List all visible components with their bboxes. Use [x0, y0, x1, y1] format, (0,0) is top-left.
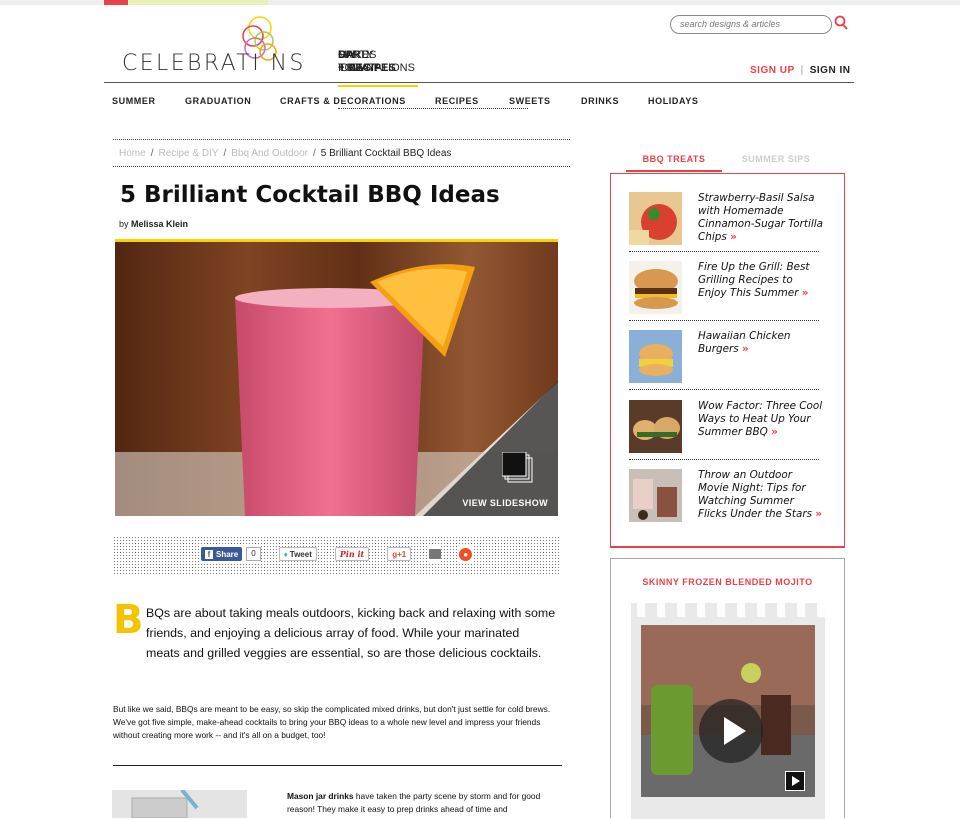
subnav-drinks[interactable]: DRINKS — [581, 96, 648, 106]
slideshow-overlay — [423, 381, 558, 516]
header-divider — [104, 82, 854, 83]
play-icon — [724, 717, 746, 745]
subnav-recipes[interactable]: RECIPES — [435, 96, 509, 106]
nav-label-line2: TODAY! — [338, 62, 378, 74]
slideshow-stack-icon — [502, 452, 533, 483]
accent-segment-red — [104, 0, 128, 5]
more-arrow-icon: » — [730, 231, 737, 243]
more-arrow-icon: » — [815, 508, 823, 520]
subnav-crafts-decorations[interactable]: CRAFTS & DECORATIONS — [280, 96, 435, 106]
film-holes-top — [631, 603, 825, 617]
list-item[interactable]: Strawberry-Basil Salsa with Homemade Cin… — [629, 192, 823, 252]
subnav-holidays[interactable]: HOLIDAYS — [648, 96, 698, 106]
breadcrumb-home[interactable]: Home — [119, 148, 146, 159]
breadcrumb-separator: / — [223, 148, 227, 159]
mail-icon — [429, 549, 442, 559]
item-title-text: Wow Factor: Three Cool Ways to Heat Up Y… — [698, 400, 823, 438]
facebook-share-count: 0 — [246, 547, 261, 561]
more-share-button[interactable]: ● — [459, 546, 473, 562]
facebook-share-label: Share — [216, 549, 239, 559]
auth-separator: | — [800, 65, 804, 76]
sign-in-link[interactable]: SIGN IN — [810, 65, 851, 76]
play-button[interactable] — [699, 699, 763, 763]
film-strip — [631, 603, 825, 819]
mini-play-icon — [792, 776, 800, 786]
byline-prefix: by — [119, 219, 129, 229]
item-title-text: Fire Up the Grill: Best Grilling Recipes… — [698, 261, 810, 299]
more-arrow-icon: » — [801, 287, 809, 299]
view-slideshow-button[interactable]: VIEW SLIDESHOW — [423, 381, 558, 516]
item-title-text: Throw an Outdoor Movie Night: Tips for W… — [698, 469, 813, 520]
movie-night-thumbnail — [629, 469, 682, 522]
list-item[interactable]: Wow Factor: Three Cool Ways to Heat Up Y… — [629, 400, 822, 460]
video-title[interactable]: SKINNY FROZEN BLENDED MOJITO — [611, 577, 844, 587]
subnav-sweets[interactable]: SWEETS — [509, 96, 581, 106]
share-bar: f Share 0 ♦ Tweet Pin it g+1 ● — [113, 536, 560, 574]
accent-segment-green — [128, 0, 268, 5]
article-title: 5 Brilliant Cocktail BBQ Ideas — [120, 182, 500, 208]
pinterest-button[interactable]: Pin it — [334, 547, 370, 561]
article-byline: by Melissa Klein — [119, 219, 188, 229]
sidebar-tabs: BBQ TREATS SUMMER SIPS — [626, 154, 824, 172]
google-plus-label: g+1 — [392, 549, 407, 559]
mason-jar-paragraph: Mason jar drinks have taken the party sc… — [287, 790, 562, 816]
list-item-title: Fire Up the Grill: Best Grilling Recipes… — [698, 261, 824, 300]
subnav-summer[interactable]: SUMMER — [112, 96, 185, 106]
facebook-share-button[interactable]: f Share 0 — [201, 546, 261, 562]
site-logo[interactable]: CELEBRATI NS — [122, 51, 306, 76]
list-item[interactable]: Throw an Outdoor Movie Night: Tips for W… — [629, 469, 822, 537]
drop-cap: B — [113, 597, 144, 643]
lead-paragraph: BQs are about taking meals outdoors, kic… — [146, 606, 556, 660]
section-divider — [113, 765, 562, 766]
video-widget: SKINNY FROZEN BLENDED MOJITO — [610, 558, 845, 819]
email-share-button[interactable] — [429, 546, 442, 562]
auth-links: SIGN UP | SIGN IN — [750, 65, 850, 76]
tab-summer-sips[interactable]: SUMMER SIPS — [728, 154, 824, 172]
breadcrumb-bbq-outdoor[interactable]: Bbq And Outdoor — [231, 148, 308, 159]
burger-thumbnail — [629, 261, 682, 314]
body-paragraph: But like we said, BBQs are meant to be e… — [113, 704, 551, 740]
facebook-icon: f — [205, 549, 213, 559]
tab-bbq-treats[interactable]: BBQ TREATS — [626, 154, 722, 172]
breadcrumb-current: 5 Brilliant Cocktail BBQ Ideas — [320, 148, 452, 159]
nav-label-line1: MAKE — [338, 49, 370, 61]
tweet-button[interactable]: ♦ Tweet — [278, 547, 317, 561]
list-item-title: Throw an Outdoor Movie Night: Tips for W… — [698, 469, 824, 521]
slideshow-label: VIEW SLIDESHOW — [462, 498, 548, 508]
breadcrumb-recipe-diy[interactable]: Recipe & DIY — [158, 148, 218, 159]
list-item-title: Strawberry-Basil Salsa with Homemade Cin… — [698, 192, 824, 244]
category-nav: SUMMER GRADUATION CRAFTS & DECORATIONS R… — [112, 96, 698, 106]
more-arrow-icon: » — [741, 343, 749, 355]
google-plus-button[interactable]: g+1 — [387, 547, 412, 561]
search-icon[interactable] — [834, 15, 848, 31]
twitter-bird-icon: ♦ — [283, 549, 288, 559]
chicken-burger-thumbnail — [629, 330, 682, 383]
sign-up-link[interactable]: SIGN UP — [750, 65, 795, 76]
search-input[interactable]: search designs & articles — [670, 15, 832, 34]
breadcrumb-separator: / — [313, 148, 316, 159]
author-name[interactable]: Melissa Klein — [131, 219, 188, 229]
hero-image[interactable]: VIEW SLIDESHOW — [115, 239, 558, 516]
mason-bold-text: Mason jar drinks — [287, 791, 354, 801]
tweet-label: Tweet — [289, 549, 312, 559]
breadcrumb-separator: / — [150, 148, 154, 159]
video-player[interactable] — [641, 625, 815, 797]
mason-jar-photo — [112, 790, 247, 818]
pinterest-label: Pin it — [339, 549, 365, 559]
list-item-title: Wow Factor: Three Cool Ways to Heat Up Y… — [698, 400, 824, 439]
more-arrow-icon: » — [771, 426, 778, 438]
list-item[interactable]: Fire Up the Grill: Best Grilling Recipes… — [629, 261, 819, 321]
subnav-graduation[interactable]: GRADUATION — [185, 96, 280, 106]
top-accent-strip — [0, 0, 960, 5]
salsa-thumbnail — [629, 192, 682, 245]
mason-jar-image[interactable] — [112, 790, 247, 818]
share-more-icon: ● — [459, 547, 473, 561]
breadcrumb: Home / Recipe & DIY / Bbq And Outdoor / 5 Bril… — [113, 139, 570, 167]
item-title-text: Strawberry-Basil Salsa with Homemade Cin… — [698, 192, 824, 243]
list-item-title: Hawaiian Chicken Burgers » — [698, 330, 824, 356]
mini-play-button[interactable] — [785, 771, 805, 791]
bbq-sliders-thumbnail — [629, 400, 682, 453]
bbq-treats-panel: Strawberry-Basil Salsa with Homemade Cin… — [610, 173, 845, 548]
list-item[interactable]: Hawaiian Chicken Burgers » — [629, 330, 819, 390]
